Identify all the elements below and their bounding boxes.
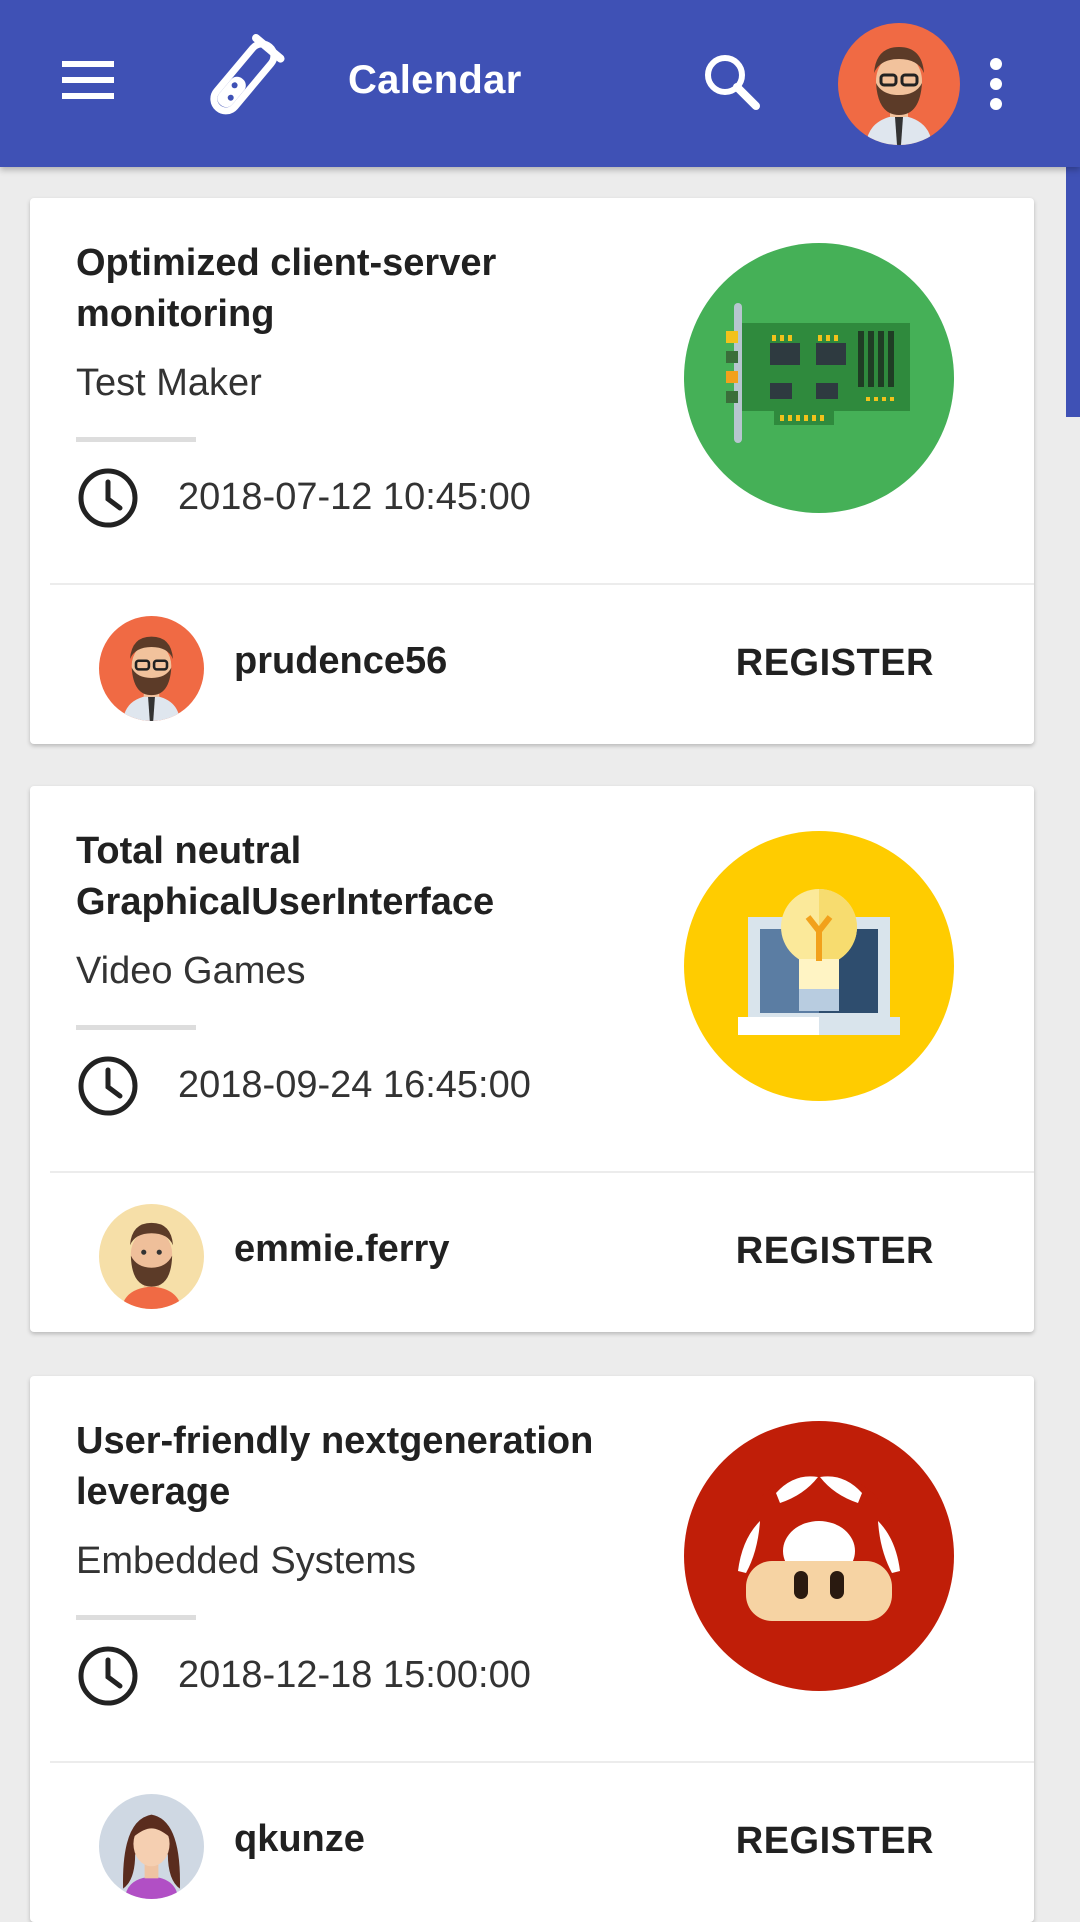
network-card-icon	[684, 243, 954, 513]
divider	[76, 1025, 196, 1030]
event-title: Total neutral GraphicalUserInterface	[76, 830, 495, 923]
author-avatar	[99, 616, 204, 721]
event-datetime: 2018-07-12 10:45:00	[178, 476, 531, 518]
event-title: User-friendly nextgeneration leverage	[76, 1420, 594, 1513]
laptop-lightbulb-icon	[684, 831, 954, 1101]
card-divider	[50, 1171, 1034, 1173]
card-divider	[50, 1761, 1034, 1763]
register-button[interactable]: REGISTER	[726, 1814, 944, 1869]
mushroom-icon	[684, 1421, 954, 1691]
flask-icon	[190, 32, 290, 132]
event-card[interactable]: Optimized client-server monitoring Test …	[30, 198, 1034, 744]
page-title: Calendar	[348, 58, 522, 102]
search-icon[interactable]	[700, 50, 764, 114]
scrollbar[interactable]	[1066, 167, 1080, 417]
author-avatar	[99, 1204, 204, 1309]
event-card[interactable]: Total neutral GraphicalUserInterface Vid…	[30, 786, 1034, 1332]
more-vert-icon[interactable]	[980, 56, 1012, 112]
event-card[interactable]: User-friendly nextgeneration leverage Em…	[30, 1376, 1034, 1922]
event-datetime: 2018-09-24 16:45:00	[178, 1064, 531, 1106]
author-avatar	[99, 1794, 204, 1899]
event-datetime: 2018-12-18 15:00:00	[178, 1654, 531, 1696]
menu-icon[interactable]	[58, 55, 120, 105]
register-button[interactable]: REGISTER	[726, 1224, 944, 1279]
author-name: emmie.ferry	[234, 1228, 450, 1270]
author-name: prudence56	[234, 640, 448, 682]
event-category: Test Maker	[76, 362, 262, 404]
clock-icon	[76, 466, 140, 530]
divider	[76, 437, 196, 442]
author-name: qkunze	[234, 1818, 365, 1860]
register-button[interactable]: REGISTER	[726, 636, 944, 691]
event-category: Video Games	[76, 950, 306, 992]
event-title: Optimized client-server monitoring	[76, 242, 497, 335]
app-bar: Calendar	[0, 0, 1080, 167]
clock-icon	[76, 1644, 140, 1708]
user-avatar[interactable]	[838, 23, 960, 145]
divider	[76, 1615, 196, 1620]
event-category: Embedded Systems	[76, 1540, 417, 1582]
card-divider	[50, 583, 1034, 585]
clock-icon	[76, 1054, 140, 1118]
